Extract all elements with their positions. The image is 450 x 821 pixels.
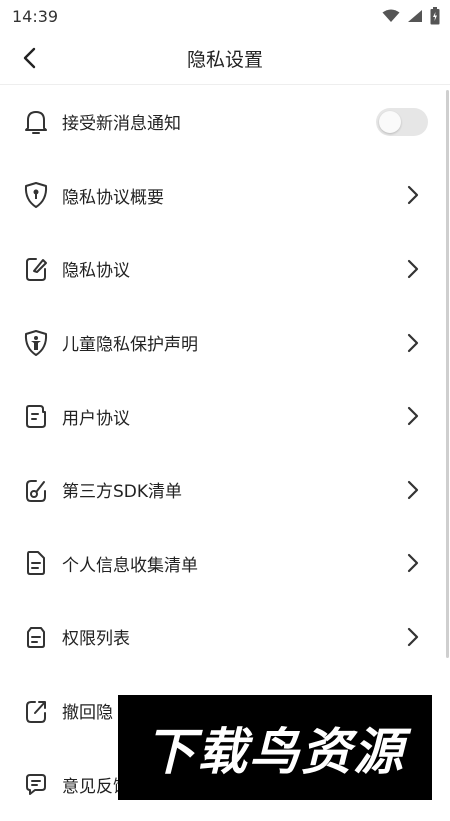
setting-label: 个人信息收集清单 xyxy=(62,555,198,576)
setting-label: 权限列表 xyxy=(62,629,130,650)
setting-row-user-agreement[interactable]: 用户协议 xyxy=(0,379,450,453)
back-arrow-icon xyxy=(22,47,38,69)
document-icon xyxy=(22,402,50,430)
status-icons xyxy=(382,7,440,25)
setting-label: 隐私协议概要 xyxy=(62,187,164,208)
chevron-right-icon xyxy=(402,405,424,427)
chevron-right-icon xyxy=(402,626,424,648)
watermark-overlay: 下载鸟资源 xyxy=(118,695,432,800)
setting-row-child-privacy[interactable]: 儿童隐私保护声明 xyxy=(0,306,450,380)
setting-row-privacy-agreement[interactable]: 隐私协议 xyxy=(0,232,450,306)
setting-label: 儿童隐私保护声明 xyxy=(62,335,198,356)
setting-label: 第三方SDK清单 xyxy=(62,482,183,503)
chevron-right-icon xyxy=(402,258,424,280)
setting-label: 撤回隐 xyxy=(62,703,113,724)
chevron-right-icon xyxy=(402,479,424,501)
status-time: 14:39 xyxy=(12,6,59,26)
header: 隐私设置 xyxy=(0,32,450,85)
setting-row-third-party-sdk[interactable]: 第三方SDK清单 xyxy=(0,453,450,527)
signal-icon xyxy=(407,9,423,23)
status-bar: 14:39 xyxy=(0,0,450,32)
chevron-right-icon xyxy=(402,184,424,206)
wifi-icon xyxy=(382,9,400,23)
setting-label: 接受新消息通知 xyxy=(62,114,181,135)
watermark-text: 下载鸟资源 xyxy=(145,722,405,781)
setting-row-permissions[interactable]: 权限列表 xyxy=(0,600,450,674)
feedback-icon xyxy=(22,770,50,798)
back-button[interactable] xyxy=(12,40,48,76)
permission-list-icon xyxy=(22,623,50,651)
share-out-icon xyxy=(22,697,50,725)
edit-note-icon xyxy=(22,255,50,283)
setting-row-privacy-summary[interactable]: 隐私协议概要 xyxy=(0,159,450,233)
battery-icon xyxy=(430,7,440,25)
setting-label: 隐私协议 xyxy=(62,261,130,282)
setting-row-personal-info[interactable]: 个人信息收集清单 xyxy=(0,527,450,601)
edit-badge-icon xyxy=(22,476,50,504)
file-list-icon xyxy=(22,549,50,577)
toggle-knob xyxy=(379,110,401,133)
setting-label: 用户协议 xyxy=(62,408,130,429)
shield-keyhole-icon xyxy=(22,181,50,209)
child-shield-icon xyxy=(22,329,50,357)
chevron-right-icon xyxy=(402,552,424,574)
scrollbar[interactable] xyxy=(446,90,449,658)
page-title: 隐私设置 xyxy=(186,48,263,71)
notifications-toggle[interactable] xyxy=(376,107,428,136)
chevron-right-icon xyxy=(402,332,424,354)
setting-row-notifications[interactable]: 接受新消息通知 xyxy=(0,85,450,159)
bell-icon xyxy=(22,108,50,136)
